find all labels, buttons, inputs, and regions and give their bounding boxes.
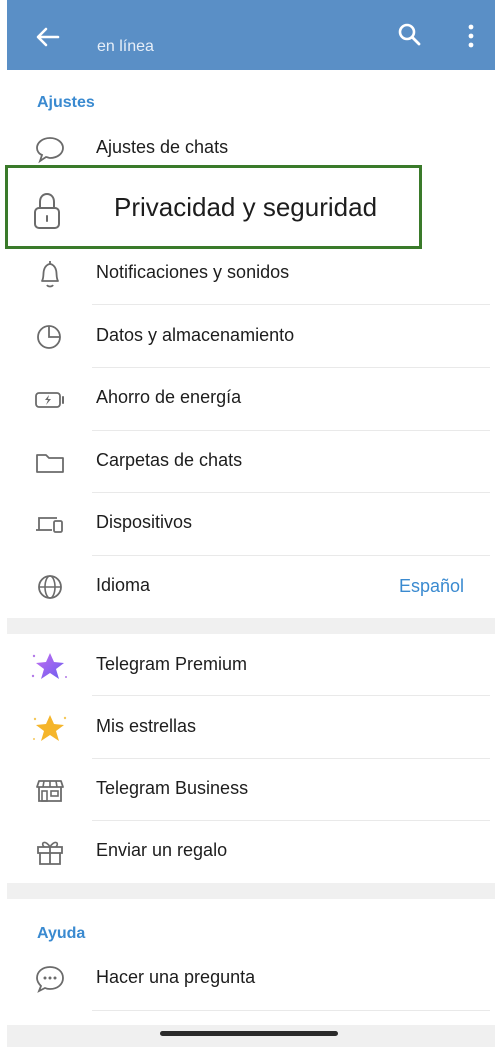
settings-item-label: Enviar un regalo (96, 840, 228, 860)
bell-icon (30, 259, 70, 289)
pie-chart-icon (30, 322, 70, 352)
chat-bubble-icon (30, 134, 70, 164)
settings-item-label: Datos y almacenamiento (96, 325, 295, 345)
section-title-ajustes: Ajustes (37, 94, 95, 111)
search-icon[interactable] (397, 22, 423, 48)
settings-item-stars[interactable]: Mis estrellas (0, 696, 496, 758)
settings-item-label: Telegram Premium (96, 654, 248, 674)
premium-star-icon (30, 651, 70, 681)
settings-item-data[interactable]: Datos y almacenamiento (0, 305, 496, 367)
globe-icon (30, 572, 70, 602)
gift-icon (30, 837, 70, 867)
back-arrow-icon[interactable] (33, 22, 63, 52)
divider (92, 1010, 490, 1011)
folder-icon (30, 447, 70, 477)
devices-icon (30, 509, 70, 539)
online-status: en línea (97, 38, 154, 55)
settings-item-label: Privacidad y seguridad (114, 192, 378, 222)
settings-item-premium[interactable]: Telegram Premium (0, 634, 496, 696)
lock-icon (31, 191, 63, 231)
home-indicator[interactable] (160, 1031, 338, 1036)
chat-dots-icon (30, 964, 70, 994)
settings-item-language[interactable]: Idioma Español (0, 555, 496, 617)
settings-item-label: Telegram Business (96, 778, 249, 798)
settings-item-notifications[interactable]: Notificaciones y sonidos (0, 242, 496, 304)
settings-item-label: Carpetas de chats (96, 450, 243, 470)
settings-item-label: Ahorro de energía (96, 387, 242, 407)
settings-item-label: Mis estrellas (96, 716, 197, 736)
settings-item-privacy[interactable]: Privacidad y seguridad (5, 165, 422, 249)
battery-icon (30, 384, 70, 414)
gold-star-icon (30, 713, 70, 743)
settings-item-label: Dispositivos (96, 512, 193, 532)
section-title-ayuda: Ayuda (37, 925, 86, 942)
settings-item-label: Notificaciones y sonidos (96, 262, 290, 282)
settings-item-energy[interactable]: Ahorro de energía (0, 367, 496, 429)
bottom-area (7, 1025, 495, 1047)
settings-item-label: Hacer una pregunta (96, 967, 256, 987)
section-separator (7, 618, 495, 634)
more-options-icon[interactable] (461, 22, 481, 50)
store-icon (30, 775, 70, 805)
settings-item-business[interactable]: Telegram Business (0, 758, 496, 820)
settings-item-gift[interactable]: Enviar un regalo (0, 820, 496, 882)
section-separator (7, 883, 495, 899)
settings-item-label: Idioma (96, 575, 151, 595)
settings-item-ask-question[interactable]: Hacer una pregunta (0, 947, 496, 1009)
settings-item-label: Ajustes de chats (96, 137, 229, 157)
settings-item-devices[interactable]: Dispositivos (0, 492, 496, 554)
app-header: en línea (7, 0, 495, 70)
language-value: Español (398, 576, 464, 596)
settings-item-folders[interactable]: Carpetas de chats (0, 430, 496, 492)
